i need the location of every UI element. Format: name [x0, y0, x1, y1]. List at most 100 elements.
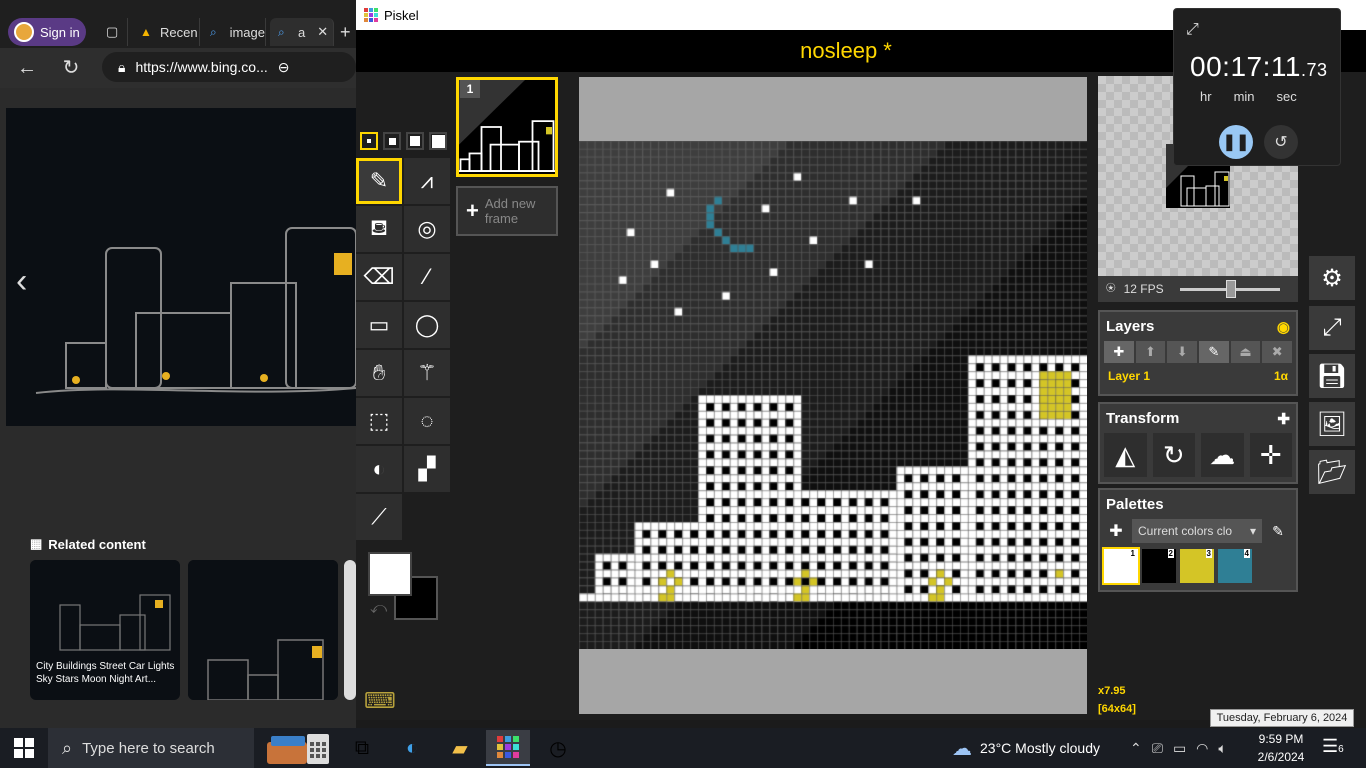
taskbar-search[interactable]: ⌕ Type here to search	[48, 728, 254, 768]
pen-size-3[interactable]	[406, 132, 424, 150]
reset-button[interactable]: ↺	[1264, 125, 1298, 159]
sign-in-button[interactable]: Sign in	[8, 18, 86, 46]
windows-start-icon[interactable]	[14, 738, 34, 758]
notifications-icon[interactable]: ☰6	[1322, 736, 1344, 757]
search-icon: ⌕	[210, 25, 217, 39]
url-field[interactable]: 🔒︎ https://www.bing.co... ⊖	[102, 52, 356, 82]
palette-swatch-2[interactable]: 2	[1142, 549, 1176, 583]
weather-widget[interactable]: ☁ 23°C Mostly cloudy	[952, 728, 1100, 768]
rectangle-tool[interactable]: ▭	[356, 302, 402, 348]
delete-layer-button[interactable]: ✖	[1262, 341, 1293, 363]
related-thumb-3[interactable]	[344, 560, 356, 700]
move-layer-up-button[interactable]: ⬆	[1135, 341, 1166, 363]
fps-slider-handle[interactable]	[1225, 279, 1236, 298]
add-frame-button[interactable]: + Add new frame	[456, 186, 558, 236]
task-view-icon[interactable]: ⧉	[340, 730, 384, 766]
palette-select[interactable]: Current colors clo ▾	[1132, 519, 1262, 543]
layers-panel: Layers ◉ ✚ ⬆ ⬇ ✎ ⏏ ✖ Layer 1 1α	[1098, 310, 1298, 396]
circle-icon: ◯	[414, 312, 440, 337]
onion-skin-icon[interactable]: ⍟	[1106, 280, 1116, 298]
palette-swatch-1[interactable]: 1	[1102, 547, 1140, 585]
previous-image-arrow[interactable]: ‹	[16, 262, 27, 301]
layer-alpha[interactable]: 1α	[1274, 369, 1288, 383]
new-tab-icon[interactable]: +	[340, 22, 351, 43]
expand-icon[interactable]: ⤢	[1186, 21, 1199, 39]
align-button[interactable]: ✛	[1249, 433, 1292, 477]
taskbar-clock[interactable]: 9:59 PM 2/6/2024	[1256, 730, 1306, 766]
plus-icon[interactable]: ✚	[1277, 410, 1290, 428]
paint-bucket-tool[interactable]: ⛾	[356, 206, 402, 252]
export-button[interactable]: 🖼︎	[1309, 402, 1355, 446]
eraser-tool[interactable]: ⌫	[356, 254, 402, 300]
eye-icon[interactable]: ◉	[1277, 318, 1290, 336]
circle-tool[interactable]: ◯	[404, 302, 450, 348]
center-icon: ✛	[1259, 439, 1282, 470]
related-thumb-2[interactable]	[188, 560, 338, 700]
hours: 00	[1190, 51, 1223, 82]
keyboard-shortcuts-icon[interactable]: ⌨	[364, 688, 396, 714]
settings-button[interactable]: ⚙	[1309, 256, 1355, 300]
open-button[interactable]: 📂︎	[1309, 450, 1355, 494]
move-tool[interactable]: ✋︎	[356, 350, 402, 396]
color-picker-tool[interactable]: ⟋	[356, 494, 402, 540]
lighten-tool[interactable]: ◐	[356, 446, 402, 492]
tab-active[interactable]: ⌕ a ✕	[270, 18, 334, 46]
meet-now-icon[interactable]: ⎚	[1152, 740, 1163, 757]
edit-palette-icon[interactable]: ✎	[1266, 523, 1290, 540]
resize-icon: ⤢	[1322, 314, 1342, 341]
add-palette-icon[interactable]: ✚	[1104, 521, 1128, 541]
layer-item[interactable]: Layer 1 1α	[1100, 363, 1296, 389]
system-tray: ⌃ ⎚ ▭ ◠ 🔈︎	[1130, 728, 1227, 768]
move-layer-down-button[interactable]: ⬇	[1167, 341, 1198, 363]
palette-swatch-3[interactable]: 3	[1180, 549, 1214, 583]
wand-icon: ⚚	[417, 360, 437, 385]
add-layer-button[interactable]: ✚	[1104, 341, 1134, 363]
tab-recent[interactable]: ▲ Recen	[132, 18, 200, 46]
fps-slider[interactable]	[1179, 279, 1280, 298]
related-caption[interactable]: City Buildings Street Car Lights Sky Sta…	[36, 660, 176, 686]
pen-size-2[interactable]	[383, 132, 401, 150]
sign-in-label: Sign in	[40, 24, 80, 40]
lasso-select-tool[interactable]: ◌	[404, 398, 450, 444]
file-explorer-icon[interactable]: ▰	[438, 730, 482, 766]
resize-button[interactable]: ⤢	[1309, 306, 1355, 350]
edit-layer-button[interactable]: ✎	[1199, 341, 1229, 363]
chevron-up-icon[interactable]: ⌃	[1130, 740, 1142, 757]
wifi-icon[interactable]: ◠	[1196, 740, 1208, 757]
rectangle-select-tool[interactable]: ⬚	[356, 398, 402, 444]
merge-layer-button[interactable]: ⏏	[1230, 341, 1261, 363]
clock-app-icon[interactable]: ◷	[536, 730, 580, 766]
piskel-taskbar-icon[interactable]	[486, 730, 530, 766]
magic-wand-tool[interactable]: ⚚	[404, 350, 450, 396]
refresh-icon[interactable]: ↻	[60, 57, 82, 79]
pause-button[interactable]: ❚❚	[1219, 125, 1253, 159]
dithering-tool[interactable]: ▞	[404, 446, 450, 492]
battery-icon[interactable]: ▭	[1173, 740, 1186, 757]
plus-icon: +	[466, 198, 479, 223]
layer-name: Layer 1	[1108, 369, 1151, 383]
pen-size-4[interactable]	[429, 132, 447, 150]
pixel-canvas[interactable]	[579, 141, 1087, 649]
image-preview[interactable]	[6, 108, 356, 426]
paint-same-color-tool[interactable]: ◎	[404, 206, 450, 252]
swap-colors-icon[interactable]: ⤺	[370, 600, 387, 618]
edge-icon[interactable]: ◐	[390, 730, 434, 766]
vertical-mirror-tool[interactable]: ⩘	[404, 158, 450, 204]
pen-size-1[interactable]	[360, 132, 378, 150]
volume-icon[interactable]: 🔈︎	[1218, 740, 1226, 757]
zoom-icon[interactable]: ⊖	[278, 59, 290, 76]
flip-button[interactable]: ◭	[1104, 433, 1147, 477]
back-icon[interactable]: ←	[16, 57, 38, 79]
clone-button[interactable]: ☁	[1201, 433, 1244, 477]
piskel-logo-icon	[364, 8, 378, 22]
tab-images[interactable]: ⌕ image	[202, 18, 266, 46]
stroke-tool[interactable]: ⁄	[404, 254, 450, 300]
search-highlight-image[interactable]	[260, 730, 336, 766]
save-button[interactable]: 💾︎	[1309, 354, 1355, 398]
pen-tool[interactable]: ✎	[356, 158, 402, 204]
rotate-button[interactable]: ↻	[1152, 433, 1195, 477]
close-icon[interactable]: ✕	[317, 24, 328, 40]
palette-swatch-4[interactable]: 4	[1218, 549, 1252, 583]
tab-actions-icon[interactable]: ▢	[98, 18, 128, 46]
primary-color[interactable]	[368, 552, 412, 596]
